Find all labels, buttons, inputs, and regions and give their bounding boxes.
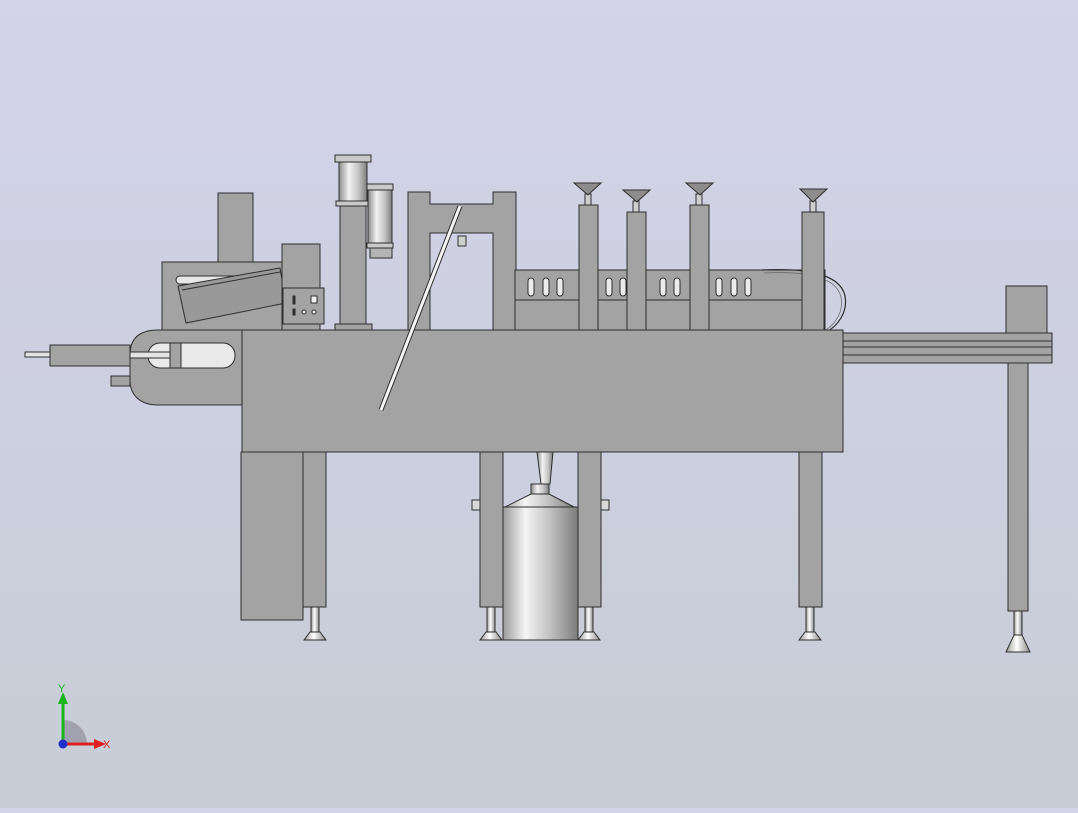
leveling-foot <box>1013 610 1023 636</box>
machine-model-view[interactable] <box>0 0 1078 808</box>
foot-3 <box>584 606 594 633</box>
leg-4 <box>798 451 823 608</box>
cylinder-column[interactable] <box>334 154 394 333</box>
slotted-conveyor[interactable] <box>514 268 847 333</box>
leg-2 <box>479 451 504 608</box>
infeed-assembly[interactable] <box>24 329 243 406</box>
triad-xy-plane <box>63 720 87 744</box>
y-axis-label: Y <box>58 683 66 695</box>
top-bracket[interactable] <box>407 191 517 333</box>
outfeed-leg <box>1007 362 1029 612</box>
outfeed-rail <box>842 332 1053 364</box>
z-axis-point <box>58 739 68 749</box>
foot-2 <box>486 606 496 633</box>
funnel-post-4[interactable] <box>798 188 829 333</box>
outfeed-end-block <box>1005 285 1048 335</box>
funnel-post-2[interactable] <box>621 189 652 333</box>
control-panel <box>282 287 325 325</box>
coordinate-triad: Y X <box>58 683 111 751</box>
upper-housing[interactable] <box>161 192 325 333</box>
outfeed-conveyor[interactable] <box>842 285 1053 653</box>
graphics-viewport[interactable]: Y X <box>0 0 1078 808</box>
left-cabinet <box>240 451 304 621</box>
leg-1 <box>302 451 327 608</box>
leg-3 <box>577 451 602 608</box>
foot-4 <box>805 606 815 633</box>
foot-1 <box>310 606 320 633</box>
x-axis-label: X <box>103 739 111 751</box>
